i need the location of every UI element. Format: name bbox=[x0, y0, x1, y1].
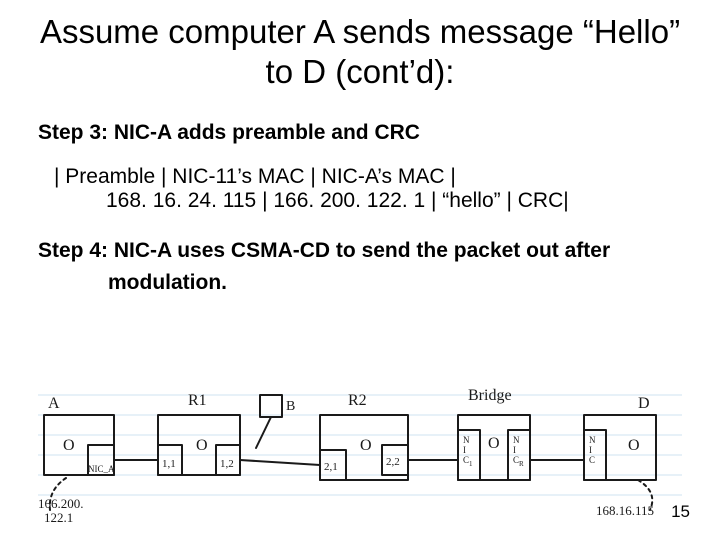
step4-line-1: Step 4: NIC-A uses CSMA-CD to send the p… bbox=[38, 239, 682, 263]
label-A: A bbox=[48, 395, 60, 412]
packet-line-1: | Preamble | NIC-11’s MAC | NIC-A’s MAC … bbox=[54, 165, 682, 189]
label-o-D: O bbox=[628, 437, 640, 454]
label-22: 2,2 bbox=[386, 456, 400, 468]
label-12: 1,2 bbox=[220, 458, 234, 470]
label-nicC1: NIC1 bbox=[463, 435, 473, 468]
label-nicCR: NICR bbox=[513, 435, 524, 468]
label-o-R1: O bbox=[196, 437, 208, 454]
slide: Assume computer A sends message “Hello” … bbox=[0, 0, 720, 540]
label-R2: R2 bbox=[348, 392, 367, 409]
label-11: 1,1 bbox=[162, 458, 176, 470]
slide-title: Assume computer A sends message “Hello” … bbox=[38, 12, 682, 91]
label-o-R2: O bbox=[360, 437, 372, 454]
label-R1: R1 bbox=[188, 392, 207, 409]
label-21: 2,1 bbox=[324, 461, 338, 473]
packet-line-2: 168. 16. 24. 115 | 166. 200. 122. 1 | “h… bbox=[54, 189, 682, 213]
label-nicD: NIC bbox=[589, 435, 596, 465]
label-o-Br: O bbox=[488, 435, 500, 452]
network-diagram: A R1 B R2 Bridge D O O O O O NIC_A 1,1 1… bbox=[38, 360, 682, 525]
packet-structure: | Preamble | NIC-11’s MAC | NIC-A’s MAC … bbox=[38, 165, 682, 213]
label-ipA: 166.200.122.1 bbox=[38, 496, 84, 525]
step4-line-2: modulation. bbox=[38, 271, 682, 295]
label-Bridge: Bridge bbox=[468, 387, 512, 404]
page-number: 15 bbox=[671, 502, 690, 522]
step4-block: Step 4: NIC-A uses CSMA-CD to send the p… bbox=[38, 239, 682, 295]
label-o-A: O bbox=[63, 437, 75, 454]
label-ipD: 168.16.115 bbox=[596, 503, 654, 518]
label-B: B bbox=[286, 399, 295, 414]
label-D: D bbox=[638, 395, 650, 412]
label-nicA: NIC_A bbox=[88, 464, 115, 474]
step3-heading: Step 3: NIC-A adds preamble and CRC bbox=[38, 121, 682, 145]
